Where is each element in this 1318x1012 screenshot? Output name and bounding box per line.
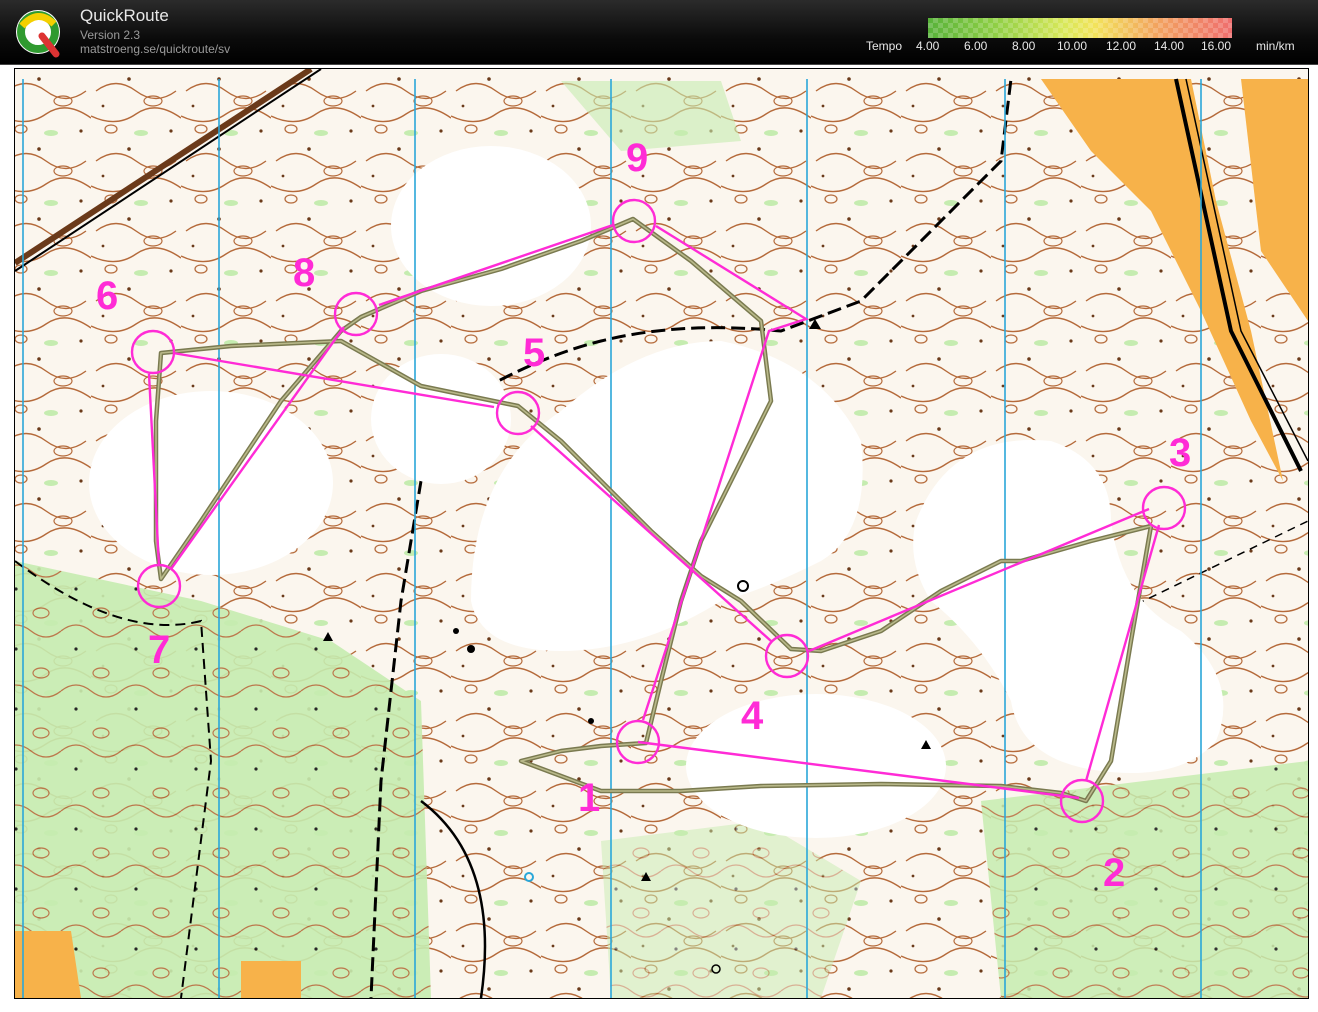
orienteering-map[interactable]: 1 2 3 4 5 6 7 8 9 <box>14 68 1309 999</box>
vegetation-area <box>981 761 1308 998</box>
tempo-tick: 6.00 <box>964 39 988 53</box>
tempo-unit: min/km <box>1256 39 1295 53</box>
control-number-1: 1 <box>578 776 600 820</box>
open-land <box>15 931 81 998</box>
control-number-7: 7 <box>148 628 170 672</box>
control-number-9: 9 <box>626 136 648 180</box>
tempo-color-scale <box>928 18 1232 38</box>
tempo-tick: 16.00 <box>1201 39 1232 53</box>
app-title: QuickRoute <box>80 6 169 25</box>
control-number-4: 4 <box>741 694 764 738</box>
app-header: QuickRoute Version 2.3 matstroeng.se/qui… <box>0 0 1318 65</box>
map-canvas[interactable]: 1 2 3 4 5 6 7 8 9 <box>15 69 1308 998</box>
control-number-5: 5 <box>523 331 545 375</box>
control-number-2: 2 <box>1103 851 1125 895</box>
tempo-tick: 12.00 <box>1106 39 1137 53</box>
tempo-tick: 10.00 <box>1057 39 1088 53</box>
tempo-label: Tempo <box>866 39 903 53</box>
tempo-tick: 14.00 <box>1154 39 1185 53</box>
open-land <box>241 961 301 998</box>
control-number-6: 6 <box>96 274 118 318</box>
app-version: Version 2.3 <box>80 28 141 42</box>
control-number-3: 3 <box>1169 431 1191 475</box>
app-url[interactable]: matstroeng.se/quickroute/sv <box>80 42 230 56</box>
quickroute-logo-icon <box>16 10 60 58</box>
tempo-tick: 4.00 <box>916 39 940 53</box>
tempo-tick: 8.00 <box>1012 39 1036 53</box>
control-number-8: 8 <box>293 251 315 295</box>
